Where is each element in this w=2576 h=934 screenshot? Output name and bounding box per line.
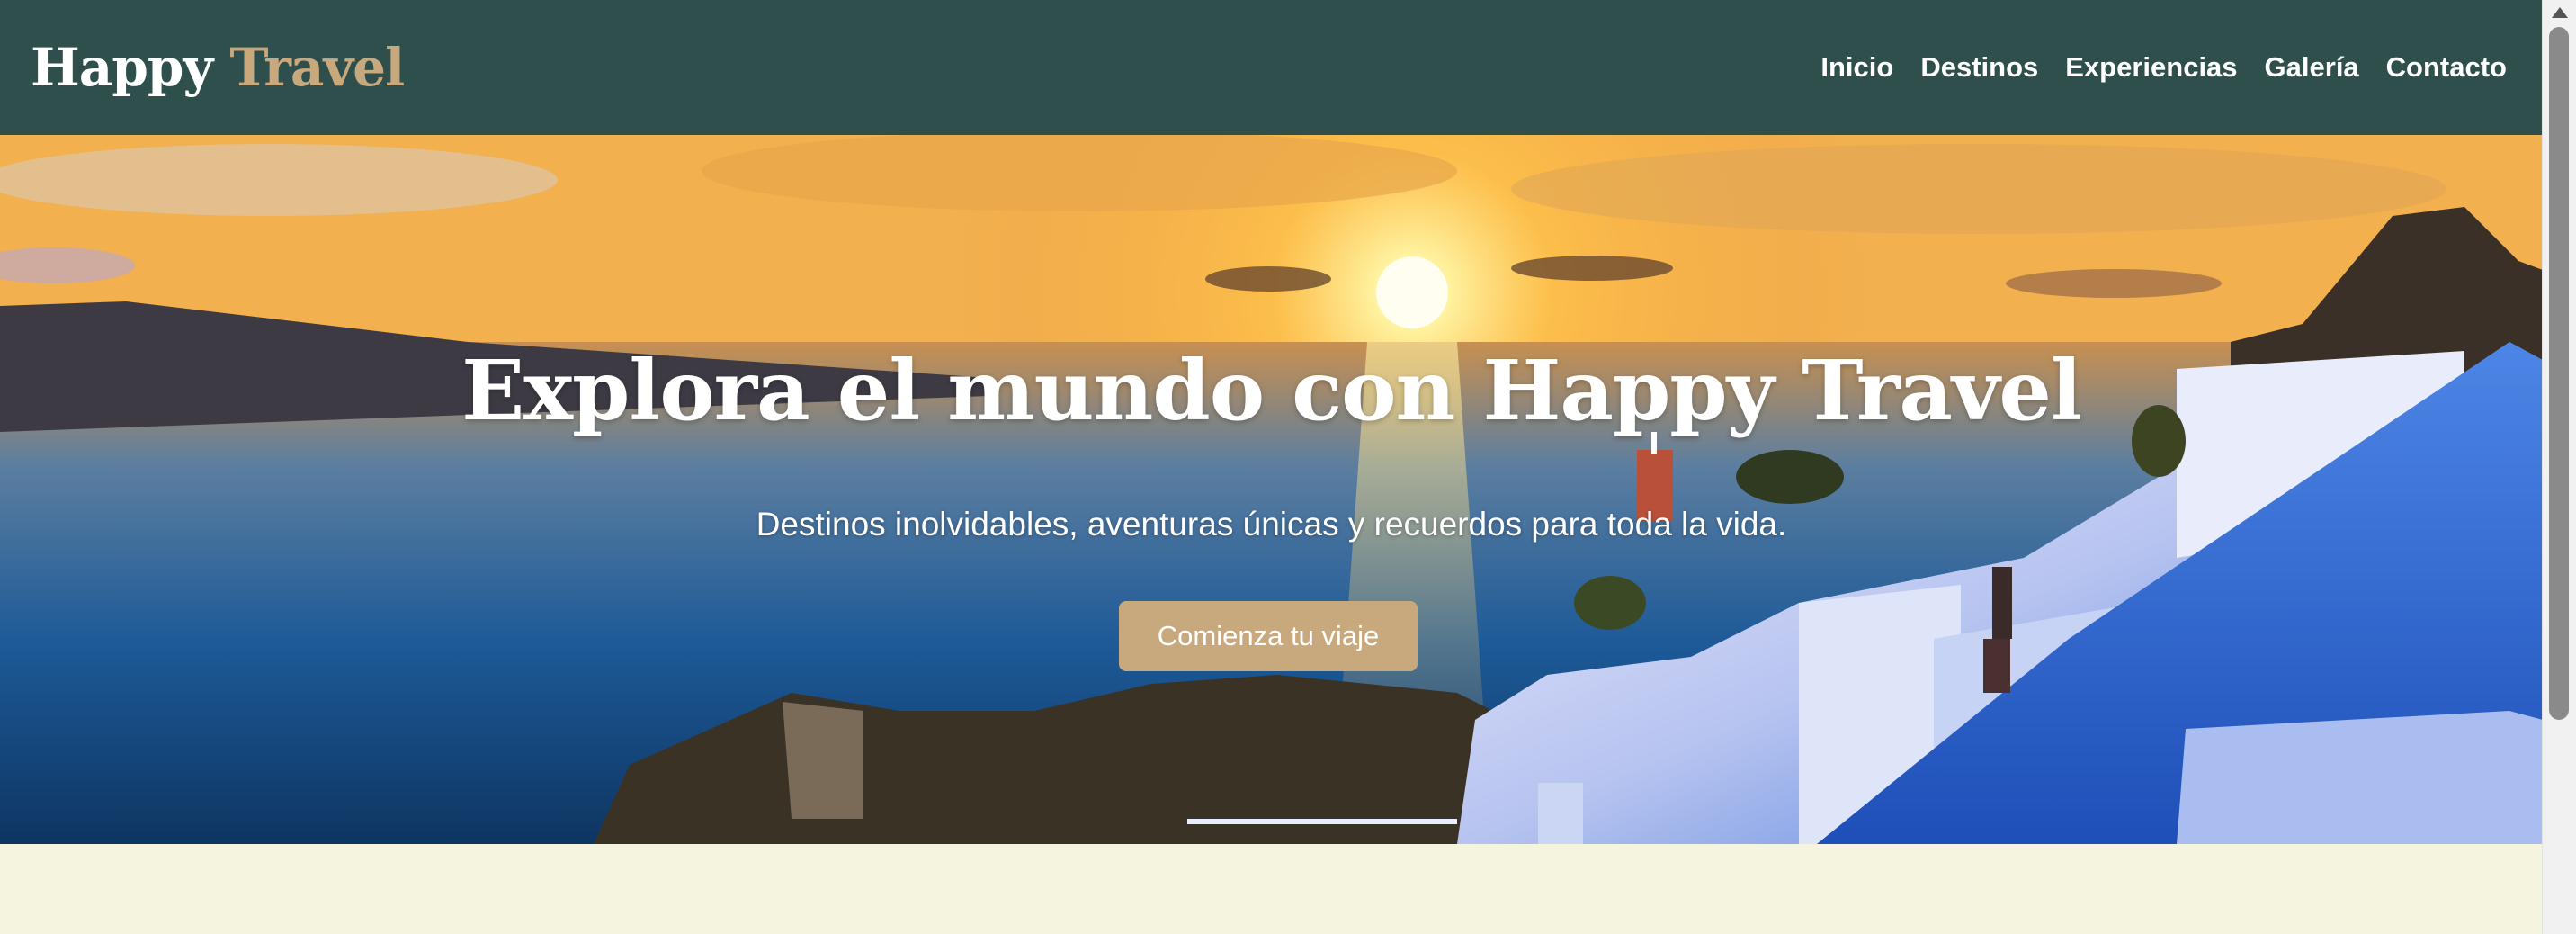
scrollbar-thumb[interactable]	[2549, 27, 2569, 720]
start-journey-button[interactable]: Comienza tu viaje	[1119, 601, 1418, 671]
site-logo[interactable]: Happy Travel	[31, 37, 405, 98]
scroll-up-arrow-icon[interactable]	[2552, 7, 2568, 18]
page: Happy Travel Inicio Destinos Experiencia…	[0, 0, 2576, 934]
hero-content: Explora el mundo con Happy Travel Destin…	[0, 135, 2543, 844]
page-scrollbar[interactable]	[2542, 0, 2576, 934]
hero-title: Explora el mundo con Happy Travel	[461, 342, 2082, 439]
logo-main-text: Happy	[31, 37, 213, 98]
nav-link-galeria[interactable]: Galería	[2265, 51, 2359, 84]
nav-link-contacto[interactable]: Contacto	[2386, 51, 2507, 84]
main-nav: Inicio Destinos Experiencias Galería Con…	[1820, 51, 2507, 84]
nav-link-experiencias[interactable]: Experiencias	[2065, 51, 2237, 84]
site-header: Happy Travel Inicio Destinos Experiencia…	[0, 0, 2543, 135]
nav-link-destinos[interactable]: Destinos	[1920, 51, 2038, 84]
hero-subtitle: Destinos inolvidables, aventuras únicas …	[756, 506, 1787, 543]
content-section	[0, 844, 2543, 934]
logo-accent-text: Travel	[229, 37, 405, 98]
nav-link-inicio[interactable]: Inicio	[1820, 51, 1893, 84]
hero-section: Explora el mundo con Happy Travel Destin…	[0, 135, 2543, 844]
